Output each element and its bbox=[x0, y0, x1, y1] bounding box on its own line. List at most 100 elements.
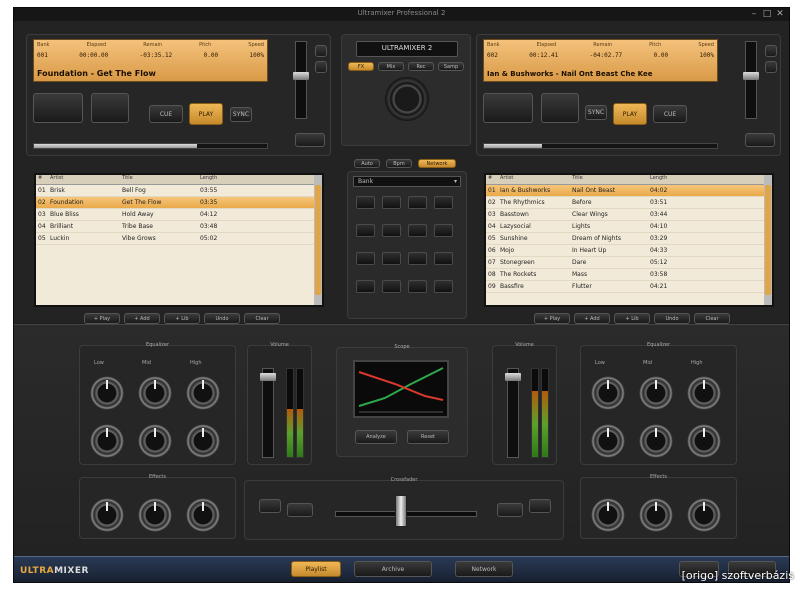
table-row[interactable]: 02 The Rhythmics Before 03:51 bbox=[486, 197, 772, 209]
eq-right-high-knob[interactable] bbox=[687, 376, 721, 410]
playlist-toolbar-button[interactable]: + Add bbox=[574, 313, 610, 324]
table-row[interactable]: 09 Bassfire Flutter 04:21 bbox=[486, 281, 772, 293]
deck-left-pitch-up[interactable] bbox=[315, 45, 327, 57]
eq-left-high-knob[interactable] bbox=[186, 376, 220, 410]
playlist-toolbar-button[interactable]: Undo bbox=[204, 313, 240, 324]
sample-pad[interactable] bbox=[382, 224, 401, 237]
tab-auto[interactable]: Auto bbox=[354, 159, 380, 168]
archive-view-button[interactable]: Archive bbox=[354, 561, 432, 577]
eq-left-mid-knob[interactable] bbox=[138, 376, 172, 410]
playlist-right-scrollbar[interactable] bbox=[764, 175, 772, 305]
table-row[interactable]: 01 Brisk Bell Fog 03:55 bbox=[36, 185, 322, 197]
table-row[interactable]: 05 Luckin Vibe Grows 05:02 bbox=[36, 233, 322, 245]
fx-left-knob-2[interactable] bbox=[138, 498, 172, 532]
sample-pad[interactable] bbox=[356, 280, 375, 293]
volume-right-fader[interactable] bbox=[505, 368, 521, 458]
eq-right-kill-high-knob[interactable] bbox=[687, 424, 721, 458]
fx-left-knob-3[interactable] bbox=[186, 498, 220, 532]
playlist-toolbar-button[interactable]: + Play bbox=[84, 313, 120, 324]
deck-right-sync-button[interactable]: SYNC bbox=[585, 105, 607, 120]
sample-pad[interactable] bbox=[408, 252, 427, 265]
playlist-toolbar-button[interactable]: + Play bbox=[534, 313, 570, 324]
playlist-toolbar-button[interactable]: Undo bbox=[654, 313, 690, 324]
sample-pad[interactable] bbox=[356, 224, 375, 237]
eq-left-low-knob[interactable] bbox=[90, 376, 124, 410]
deck-left-cue-button[interactable]: CUE bbox=[149, 105, 183, 123]
tab-network[interactable]: Network bbox=[418, 159, 456, 168]
crossfader-left-curve-button[interactable] bbox=[287, 503, 313, 517]
deck-left-keylock-button[interactable] bbox=[295, 133, 325, 147]
volume-left-fader[interactable] bbox=[260, 368, 276, 458]
table-row[interactable]: 05 Sunshine Dream of Nights 03:29 bbox=[486, 233, 772, 245]
playlist-toolbar-button[interactable]: + Lib bbox=[164, 313, 200, 324]
minimize-icon[interactable]: – bbox=[749, 9, 759, 19]
fx-right-knob-3[interactable] bbox=[687, 498, 721, 532]
table-row[interactable]: 04 Brilliant Tribe Base 03:48 bbox=[36, 221, 322, 233]
fx-right-knob-2[interactable] bbox=[639, 498, 673, 532]
deck-right-pitch-down[interactable] bbox=[765, 61, 777, 73]
table-row[interactable]: 03 Basstown Clear Wings 03:44 bbox=[486, 209, 772, 221]
eq-left-kill-low-knob[interactable] bbox=[90, 424, 124, 458]
fx-left-knob-1[interactable] bbox=[90, 498, 124, 532]
sample-pad[interactable] bbox=[356, 196, 375, 209]
deck-right-keylock-button[interactable] bbox=[745, 133, 775, 147]
sample-pad[interactable] bbox=[382, 252, 401, 265]
deck-left-loop-group[interactable] bbox=[33, 93, 83, 123]
tab-fx[interactable]: FX bbox=[348, 62, 374, 71]
eq-left-kill-high-knob[interactable] bbox=[186, 424, 220, 458]
eq-right-low-knob[interactable] bbox=[591, 376, 625, 410]
deck-right-pitch-fader[interactable] bbox=[743, 41, 759, 119]
sample-pad[interactable] bbox=[408, 280, 427, 293]
fx-right-knob-1[interactable] bbox=[591, 498, 625, 532]
eq-left-kill-mid-knob[interactable] bbox=[138, 424, 172, 458]
deck-right-hotcue-group[interactable] bbox=[541, 93, 579, 123]
playlist-toolbar-button[interactable]: + Add bbox=[124, 313, 160, 324]
sample-pad[interactable] bbox=[434, 252, 453, 265]
deck-left-play-button[interactable]: PLAY bbox=[189, 103, 223, 125]
table-row[interactable]: 06 Mojo In Heart Up 04:33 bbox=[486, 245, 772, 257]
crossfader-left-button[interactable] bbox=[259, 499, 281, 513]
jog-wheel[interactable] bbox=[385, 77, 429, 121]
analyze-button[interactable]: Analyze bbox=[355, 430, 397, 444]
bank-dropdown[interactable]: Bank ▾ bbox=[353, 176, 461, 187]
tab-bpm[interactable]: Bpm bbox=[386, 159, 412, 168]
playlist-toolbar-button[interactable]: + Lib bbox=[614, 313, 650, 324]
deck-left-pitch-down[interactable] bbox=[315, 61, 327, 73]
deck-right-progress[interactable] bbox=[483, 143, 718, 149]
tab-mix[interactable]: Mix bbox=[378, 62, 404, 71]
eq-right-kill-low-knob[interactable] bbox=[591, 424, 625, 458]
eq-right-kill-mid-knob[interactable] bbox=[639, 424, 673, 458]
table-row[interactable]: 02 Foundation Get The Flow 03:35 bbox=[36, 197, 322, 209]
playlist-left-scrollbar[interactable] bbox=[314, 175, 322, 305]
tab-samp[interactable]: Samp bbox=[438, 62, 464, 71]
table-row[interactable]: 07 Stonegreen Dare 05:12 bbox=[486, 257, 772, 269]
network-view-button[interactable]: Network bbox=[455, 561, 513, 577]
sample-pad[interactable] bbox=[434, 224, 453, 237]
sample-pad[interactable] bbox=[408, 224, 427, 237]
deck-right-pitch-up[interactable] bbox=[765, 45, 777, 57]
deck-left-pitch-fader[interactable] bbox=[293, 41, 309, 119]
deck-left-sync-button[interactable]: SYNC bbox=[230, 107, 252, 122]
deck-right-play-button[interactable]: PLAY bbox=[613, 103, 647, 125]
maximize-icon[interactable]: □ bbox=[762, 9, 772, 19]
sample-pad[interactable] bbox=[434, 196, 453, 209]
crossfader-right-curve-button[interactable] bbox=[497, 503, 523, 517]
table-row[interactable]: 01 Ian & Bushworks Nail Ont Beast 04:02 bbox=[486, 185, 772, 197]
deck-right-loop-group[interactable] bbox=[483, 93, 533, 123]
tab-rec[interactable]: Rec bbox=[408, 62, 434, 71]
playlist-view-button[interactable]: Playlist bbox=[291, 561, 341, 577]
table-row[interactable]: 04 Lazysocial Lights 04:10 bbox=[486, 221, 772, 233]
deck-right-cue-button[interactable]: CUE bbox=[653, 105, 687, 123]
playlist-toolbar-button[interactable]: Clear bbox=[694, 313, 730, 324]
deck-left-hotcue-group[interactable] bbox=[91, 93, 129, 123]
sample-pad[interactable] bbox=[408, 196, 427, 209]
eq-right-mid-knob[interactable] bbox=[639, 376, 673, 410]
close-icon[interactable]: ✕ bbox=[775, 9, 785, 19]
table-row[interactable]: 08 The Rockets Mass 03:58 bbox=[486, 269, 772, 281]
reset-button[interactable]: Reset bbox=[407, 430, 449, 444]
sample-pad[interactable] bbox=[434, 280, 453, 293]
sample-pad[interactable] bbox=[382, 280, 401, 293]
crossfader-handle[interactable] bbox=[395, 495, 407, 527]
sample-pad[interactable] bbox=[356, 252, 375, 265]
deck-left-progress[interactable] bbox=[33, 143, 268, 149]
